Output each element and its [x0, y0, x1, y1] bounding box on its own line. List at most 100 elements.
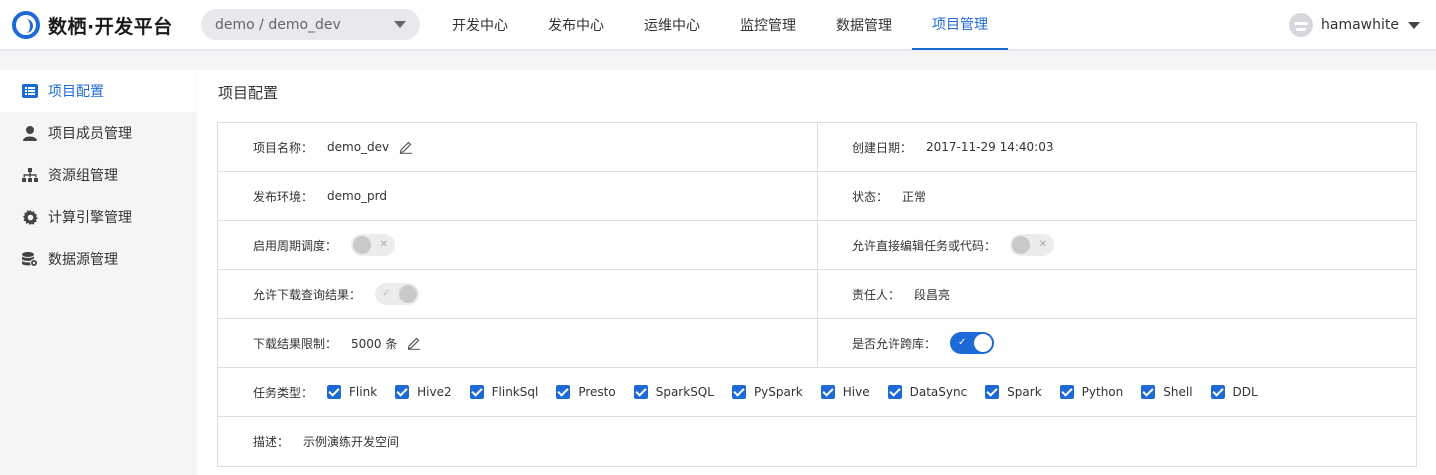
status-cell: 状态： 正常 — [817, 172, 1416, 220]
sidebar-item-resource-groups[interactable]: 资源组管理 — [0, 154, 196, 196]
config-row: 项目名称： demo_dev 创建日期： 2017-11-29 14:40:03 — [218, 123, 1416, 172]
config-panel: 项目名称： demo_dev 创建日期： 2017-11-29 14:40:03… — [217, 122, 1417, 467]
app-logo[interactable]: 数栖·开发平台 — [12, 11, 173, 39]
task-type-hive[interactable]: Hive — [820, 385, 870, 399]
created-date-label: 创建日期： — [852, 140, 913, 155]
description-label: 描述： — [253, 435, 290, 449]
org-tree-icon — [22, 167, 38, 183]
config-row: 描述： 示例演练开发空间 — [218, 417, 1416, 466]
checkbox-checked-icon[interactable] — [327, 385, 342, 399]
sidebar-item-project-config[interactable]: 项目配置 — [0, 70, 196, 112]
task-type-spark[interactable]: Spark — [985, 385, 1042, 399]
task-type-shell[interactable]: Shell — [1141, 385, 1193, 399]
checkbox-label: FlinkSql — [491, 385, 539, 399]
avatar — [1289, 13, 1314, 37]
project-name-cell: 项目名称： demo_dev — [218, 123, 817, 171]
task-type-hive2[interactable]: Hive2 — [395, 385, 452, 399]
checkbox-checked-icon[interactable] — [1141, 385, 1156, 399]
task-types-label: 任务类型： — [253, 385, 314, 400]
release-env-label: 发布环境： — [253, 189, 314, 204]
owner-cell: 责任人： 段昌亮 — [817, 270, 1416, 318]
user-menu[interactable]: hamawhite — [1289, 13, 1420, 37]
nav-monitoring[interactable]: 监控管理 — [720, 0, 816, 50]
sidebar-item-label: 数据源管理 — [48, 252, 118, 268]
database-icon — [22, 251, 38, 267]
nav-data-management[interactable]: 数据管理 — [816, 0, 912, 50]
checkbox-label: Presto — [578, 385, 616, 399]
created-date-value: 2017-11-29 14:40:03 — [926, 140, 1054, 154]
task-type-datasync[interactable]: DataSync — [887, 385, 967, 399]
created-date-cell: 创建日期： 2017-11-29 14:40:03 — [817, 123, 1416, 171]
direct-edit-toggle[interactable]: ✕ — [1010, 234, 1055, 256]
nav-dev-center[interactable]: 开发中心 — [432, 0, 528, 50]
checkbox-checked-icon[interactable] — [395, 385, 410, 399]
download-label: 允许下载查询结果： — [253, 287, 362, 302]
list-icon — [22, 83, 38, 99]
checkbox-checked-icon[interactable] — [1210, 385, 1225, 399]
sidebar-item-data-sources[interactable]: 数据源管理 — [0, 238, 196, 280]
chevron-down-icon — [1408, 21, 1420, 29]
checkbox-label: SparkSQL — [655, 385, 714, 399]
checkbox-label: DDL — [1232, 385, 1258, 399]
checkbox-label: Python — [1081, 385, 1124, 399]
toggle-knob — [1012, 236, 1031, 254]
description-cell: 描述： 示例演练开发空间 — [218, 417, 1416, 466]
status-label: 状态： — [852, 189, 889, 204]
download-limit-cell: 下载结果限制： 5000 条 — [218, 319, 817, 367]
checkbox-checked-icon[interactable] — [820, 385, 835, 399]
checkbox-checked-icon[interactable] — [469, 385, 484, 399]
description-value: 示例演练开发空间 — [303, 435, 400, 449]
owner-value: 段昌亮 — [914, 287, 951, 302]
checkbox-checked-icon[interactable] — [887, 385, 902, 399]
sidebar-item-label: 项目配置 — [48, 84, 104, 100]
schedule-toggle[interactable]: ✕ — [351, 234, 396, 256]
checkbox-checked-icon[interactable] — [556, 385, 571, 399]
toggle-knob — [399, 285, 418, 303]
sidebar: 项目配置 项目成员管理 资源组管理 计算引擎管理 数据源管理 — [0, 70, 196, 280]
project-select[interactable]: demo / demo_dev — [201, 9, 420, 40]
user-icon — [22, 125, 38, 141]
toggle-knob — [974, 334, 993, 352]
close-icon: ✕ — [379, 239, 389, 250]
top-header: 数栖·开发平台 demo / demo_dev 开发中心 发布中心 运维中心 监… — [0, 0, 1436, 50]
toggle-knob — [353, 236, 372, 254]
sidebar-item-compute-engines[interactable]: 计算引擎管理 — [0, 196, 196, 238]
release-env-value: demo_prd — [327, 189, 388, 203]
checkbox-label: Spark — [1007, 385, 1042, 399]
task-type-sparksql[interactable]: SparkSQL — [633, 385, 714, 399]
logo-icon — [12, 11, 40, 39]
checkbox-checked-icon[interactable] — [633, 385, 648, 399]
task-type-pyspark[interactable]: PySpark — [731, 385, 803, 399]
cross-db-cell: 是否允许跨库： ✓ — [817, 319, 1416, 367]
task-type-ddl[interactable]: DDL — [1210, 385, 1258, 399]
direct-edit-cell: 允许直接编辑任务或代码： ✕ — [817, 221, 1416, 269]
task-type-python[interactable]: Python — [1059, 385, 1124, 399]
edit-icon[interactable] — [407, 336, 421, 350]
project-name-value: demo_dev — [327, 140, 390, 154]
nav-project-management[interactable]: 项目管理 — [912, 0, 1008, 50]
project-select-value: demo / demo_dev — [215, 16, 341, 33]
task-types-group: Flink Hive2 FlinkSql Presto SparkSQL PyS… — [327, 385, 1276, 399]
nav-ops-center[interactable]: 运维中心 — [624, 0, 720, 50]
download-toggle[interactable]: ✓ — [375, 283, 420, 305]
edit-icon[interactable] — [399, 140, 413, 154]
close-icon: ✕ — [1038, 239, 1048, 250]
checkbox-checked-icon[interactable] — [1059, 385, 1074, 399]
cross-db-toggle[interactable]: ✓ — [950, 332, 995, 354]
nav-release-center[interactable]: 发布中心 — [528, 0, 624, 50]
config-row: 允许下载查询结果： ✓ 责任人： 段昌亮 — [218, 270, 1416, 319]
direct-edit-label: 允许直接编辑任务或代码： — [852, 238, 997, 253]
check-icon: ✓ — [382, 288, 391, 299]
task-type-flinksql[interactable]: FlinkSql — [469, 385, 539, 399]
checkbox-checked-icon[interactable] — [985, 385, 1000, 399]
task-type-flink[interactable]: Flink — [327, 385, 377, 399]
sidebar-item-members[interactable]: 项目成员管理 — [0, 112, 196, 154]
page-title: 项目配置 — [218, 84, 279, 102]
task-type-presto[interactable]: Presto — [556, 385, 616, 399]
release-env-cell: 发布环境： demo_prd — [218, 172, 817, 220]
sidebar-item-label: 项目成员管理 — [48, 126, 132, 142]
username: hamawhite — [1321, 17, 1399, 33]
checkbox-checked-icon[interactable] — [731, 385, 746, 399]
checkbox-label: Hive — [842, 385, 870, 399]
main-nav: 开发中心 发布中心 运维中心 监控管理 数据管理 项目管理 — [432, 0, 1008, 50]
